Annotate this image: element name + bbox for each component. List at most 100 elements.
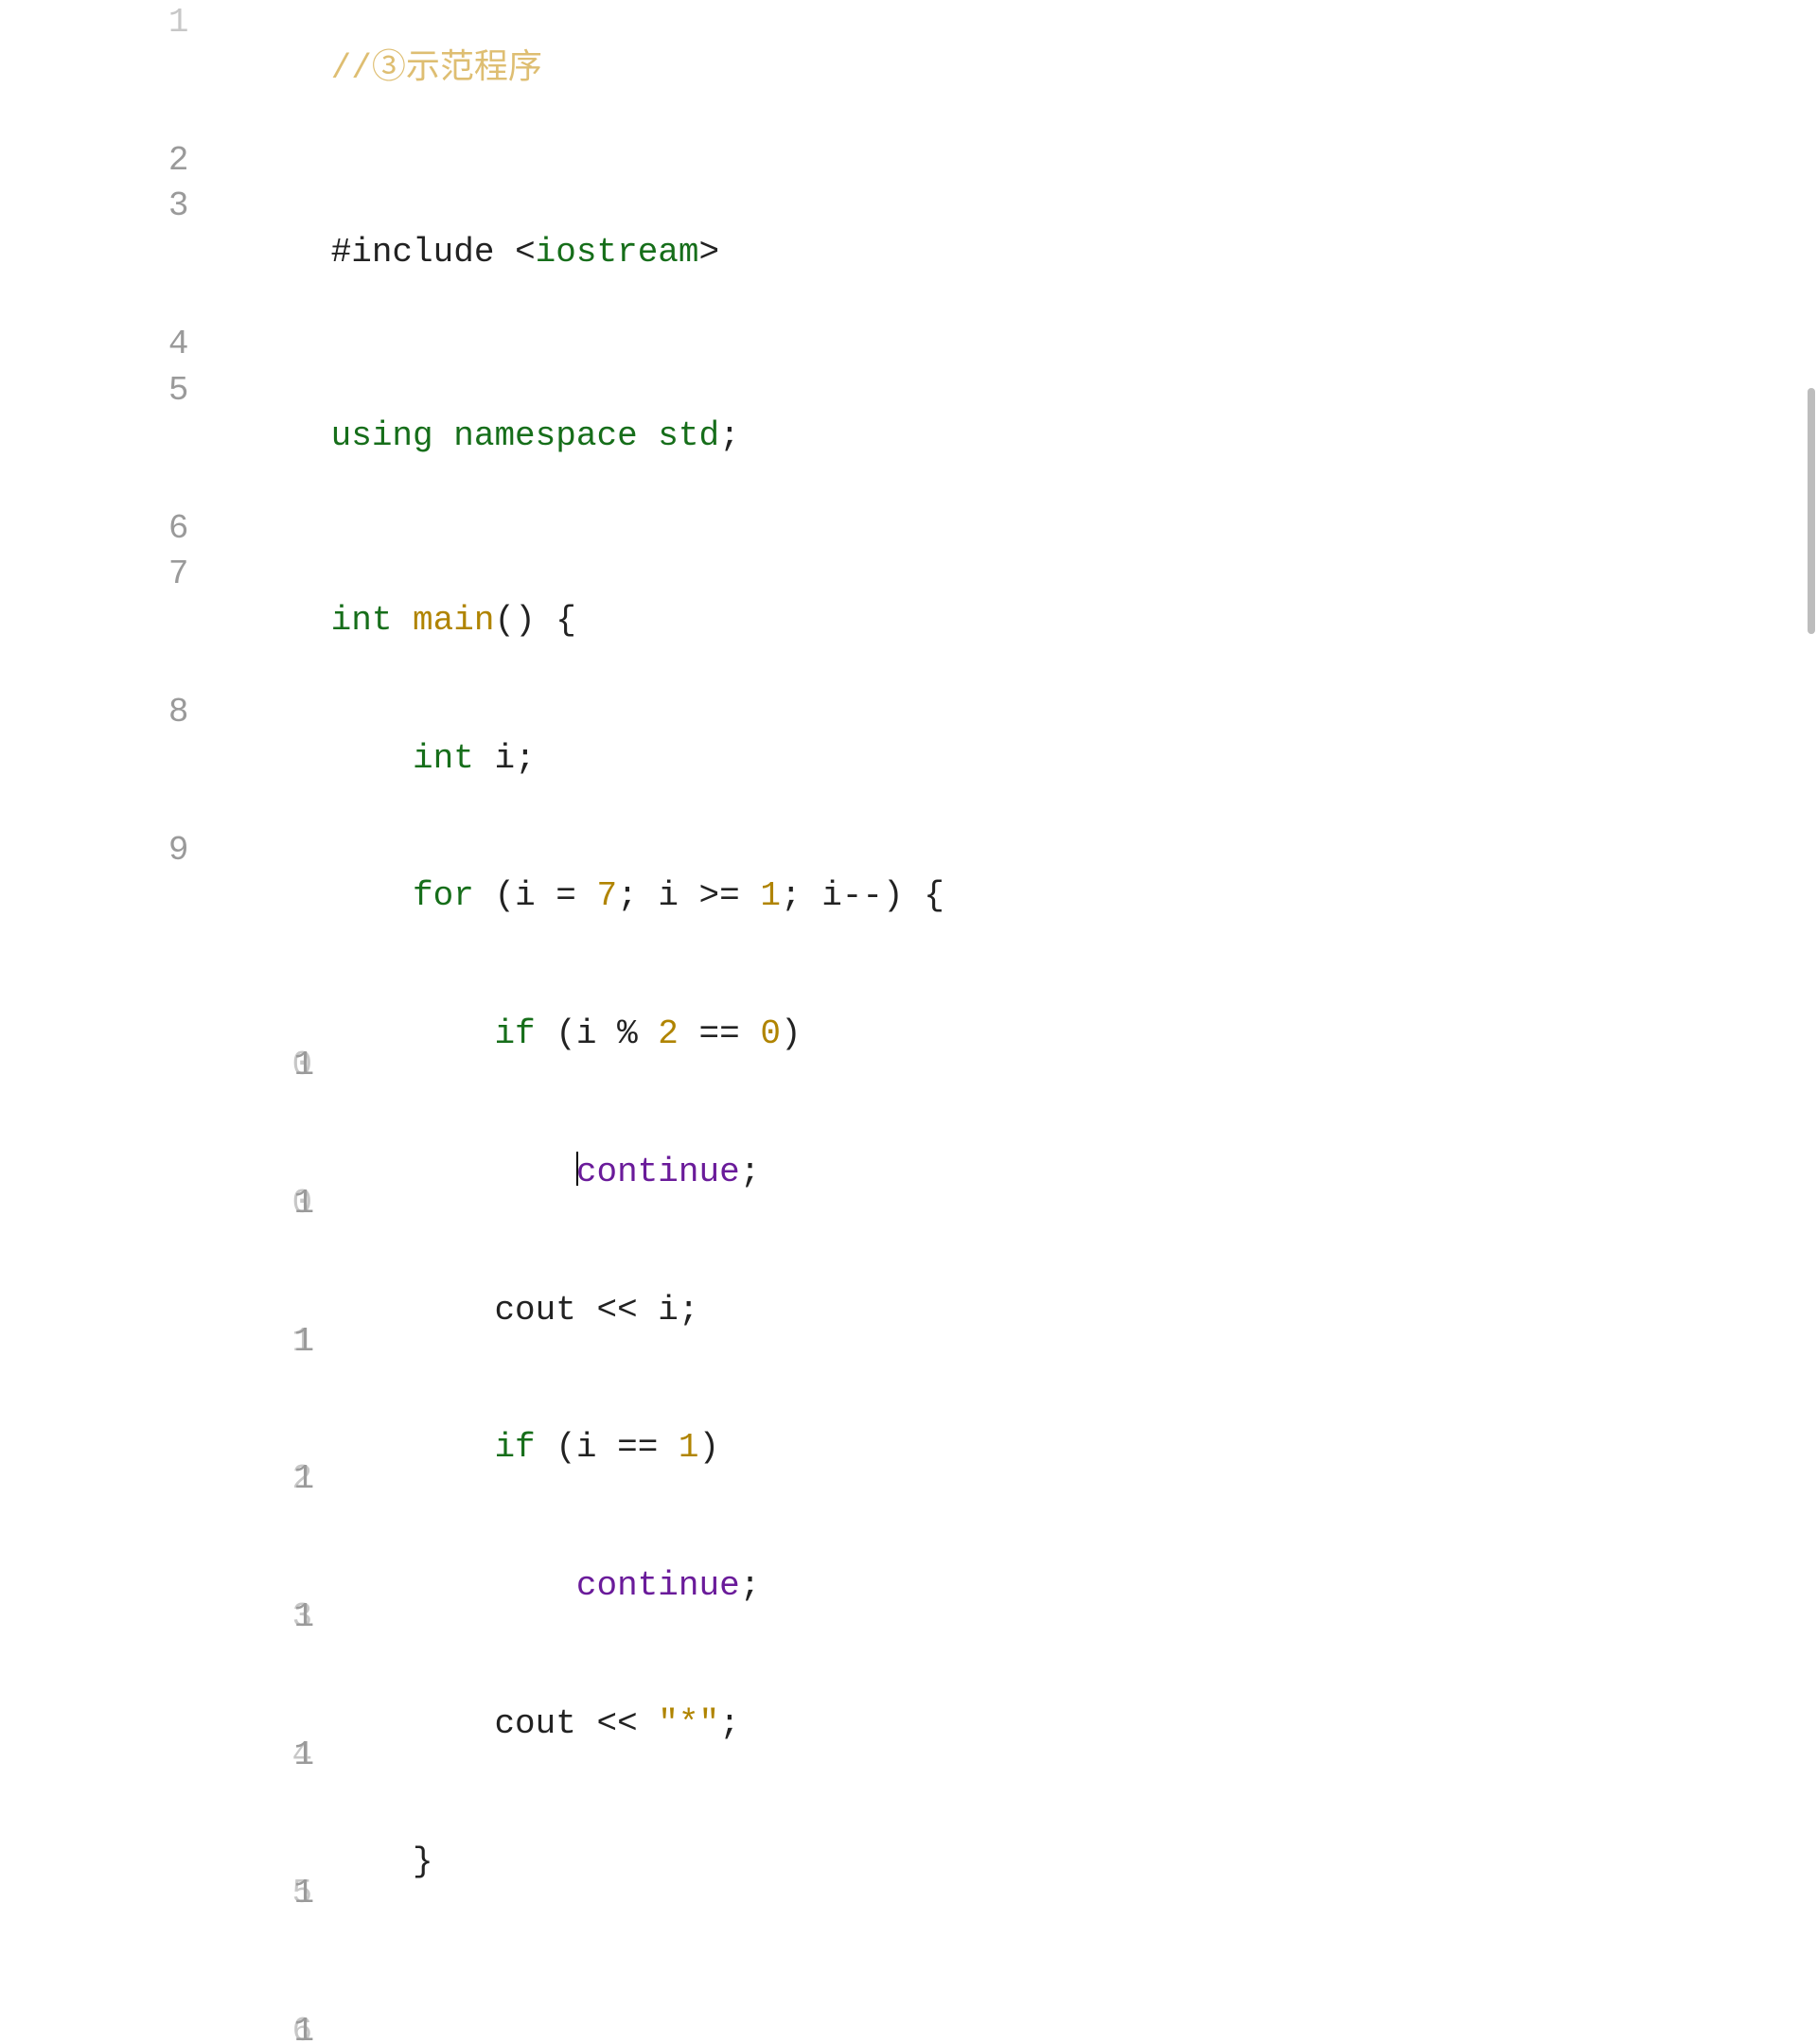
indent	[331, 1842, 413, 1881]
keyword-for: for	[413, 876, 494, 915]
number: 1	[679, 1428, 699, 1467]
semicolon: ;	[617, 876, 658, 915]
line-number: 01	[0, 1103, 208, 1242]
code-line: 3 #include <iostream>	[0, 184, 1817, 322]
indent	[331, 1014, 495, 1053]
comment-text: //③示范程序	[331, 49, 542, 88]
string-literal: "*"	[658, 1704, 719, 1743]
number: 2	[658, 1014, 679, 1053]
keyword-using: using	[331, 416, 454, 455]
operator: <<	[576, 1291, 658, 1330]
brace: {	[556, 601, 576, 640]
line-number: 1	[0, 0, 208, 138]
indent	[331, 1153, 576, 1191]
line-number: 4	[0, 322, 208, 368]
operator: ==	[596, 1428, 678, 1467]
identifier: i	[576, 1014, 597, 1053]
paren: (	[494, 601, 515, 640]
code-line: 51 }	[0, 1793, 1817, 1931]
code-line: 21 if (i == 1)	[0, 1380, 1817, 1518]
keyword-int: int	[331, 601, 413, 640]
semicolon: ;	[781, 876, 821, 915]
keyword-if: if	[494, 1428, 556, 1467]
paren: )	[781, 1014, 802, 1053]
semicolon: ;	[515, 739, 536, 778]
indent	[331, 1291, 495, 1330]
identifier-cout: cout	[494, 1704, 575, 1743]
operator: <<	[576, 1704, 658, 1743]
line-number: 01	[0, 965, 208, 1103]
identifier: i	[515, 876, 536, 915]
space	[536, 601, 556, 640]
code-line: 31 continue;	[0, 1518, 1817, 1656]
code-line: 7 int main() {	[0, 552, 1817, 690]
line-number: 8	[0, 690, 208, 828]
code-line: 8 int i;	[0, 690, 1817, 828]
semicolon: ;	[719, 416, 740, 455]
operator: ==	[679, 1014, 760, 1053]
paren: (	[494, 876, 515, 915]
identifier: i	[576, 1428, 597, 1467]
code-line: 5 using namespace std;	[0, 368, 1817, 506]
paren: )	[883, 876, 904, 915]
identifier: i	[494, 739, 515, 778]
indent	[331, 739, 413, 778]
line-number: 61	[0, 1931, 208, 2044]
line-number: 7	[0, 552, 208, 690]
code-line: 4	[0, 322, 1817, 368]
paren: )	[699, 1428, 720, 1467]
operator: %	[596, 1014, 658, 1053]
line-number: 2	[0, 138, 208, 185]
code-line: 9 for (i = 7; i >= 1; i--) {	[0, 828, 1817, 966]
paren: (	[556, 1014, 576, 1053]
number: 0	[760, 1014, 781, 1053]
decrement: i--	[821, 876, 883, 915]
identifier: i	[658, 876, 679, 915]
number: 7	[597, 876, 618, 915]
semicolon: ;	[679, 1291, 699, 1330]
function-main: main	[413, 601, 494, 640]
operator: >=	[679, 876, 760, 915]
identifier-cout: cout	[494, 1291, 575, 1330]
identifier-std: std	[658, 416, 719, 455]
code-line: 2	[0, 138, 1817, 185]
indent	[331, 876, 413, 915]
line-number: 21	[0, 1380, 208, 1518]
line-number: 11	[0, 1242, 208, 1380]
code-line: 11 cout << i;	[0, 1242, 1817, 1380]
keyword-namespace: namespace	[453, 416, 658, 455]
code-line: 01 continue;	[0, 1103, 1817, 1242]
line-number: 51	[0, 1793, 208, 1931]
line-number: 3	[0, 184, 208, 322]
preprocessor: #include	[331, 233, 515, 272]
brace: }	[413, 1842, 433, 1881]
indent	[331, 1704, 495, 1743]
paren: (	[556, 1428, 576, 1467]
code-line: 01 if (i % 2 == 0)	[0, 965, 1817, 1103]
keyword-if: if	[494, 1014, 556, 1053]
keyword-continue: continue	[576, 1153, 740, 1191]
keyword-int: int	[413, 739, 494, 778]
line-number: 9	[0, 828, 208, 966]
line-number: 41	[0, 1655, 208, 1793]
code-editor[interactable]: 1 //③示范程序 2 3 #include <iostream> 4 5 us…	[0, 0, 1817, 2044]
code-line: 6	[0, 506, 1817, 553]
angle-bracket: <	[515, 233, 536, 272]
indent	[331, 1428, 495, 1467]
paren: )	[515, 601, 536, 640]
space	[904, 876, 925, 915]
number: 1	[760, 876, 781, 915]
line-number: 31	[0, 1518, 208, 1656]
code-line: 61	[0, 1931, 1817, 2044]
code-line: 41 cout << "*";	[0, 1655, 1817, 1793]
semicolon: ;	[719, 1704, 740, 1743]
header-name: iostream	[536, 233, 699, 272]
brace: {	[924, 876, 944, 915]
line-number: 6	[0, 506, 208, 553]
identifier: i	[658, 1291, 679, 1330]
semicolon: ;	[740, 1153, 761, 1191]
vertical-scrollbar[interactable]	[1808, 388, 1815, 634]
semicolon: ;	[740, 1566, 761, 1605]
code-line: 1 //③示范程序	[0, 0, 1817, 138]
operator: =	[536, 876, 597, 915]
